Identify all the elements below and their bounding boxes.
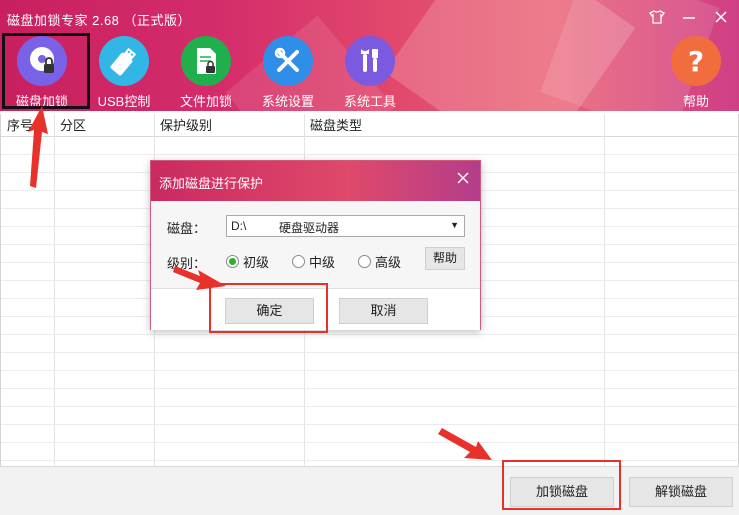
column-header-protection-level[interactable]: 保护级别 — [154, 114, 212, 137]
header-banner: 磁盘加锁专家 2.68 （正式版） 磁盘加锁 USB控制 文件加锁 系统设置 系… — [0, 0, 739, 111]
app-window: 磁盘加锁专家 2.68 （正式版） 磁盘加锁 USB控制 文件加锁 系统设置 系… — [0, 0, 739, 515]
annotation-box-lock-disk — [502, 460, 621, 510]
toolbar-help[interactable]: ? 帮助 — [656, 36, 736, 109]
annotation-box-ok — [209, 283, 328, 333]
toolbar-system-settings[interactable]: 系统设置 — [248, 36, 328, 109]
row-divider — [1, 334, 738, 335]
unlock-disk-button[interactable]: 解锁磁盘 — [629, 477, 733, 507]
column-divider — [604, 114, 605, 466]
column-header-disk-type[interactable]: 磁盘类型 — [304, 114, 362, 137]
dialog-body: 磁盘： D:\ 硬盘驱动器 ▼ 级别： 初级 中级 高级 帮助 — [151, 201, 480, 288]
toolbar-label: 帮助 — [682, 94, 709, 109]
column-header-index[interactable]: 序号 — [1, 114, 33, 137]
dialog-titlebar: 添加磁盘进行保护 — [151, 161, 480, 201]
toolbar-file-lock[interactable]: 文件加锁 — [166, 36, 246, 109]
table-header: 序号 分区 保护级别 磁盘类型 — [1, 114, 738, 137]
window-title: 磁盘加锁专家 2.68 （正式版） — [7, 13, 192, 28]
dialog-title: 添加磁盘进行保护 — [159, 176, 264, 191]
radio-unchecked-icon — [358, 255, 371, 268]
disk-select[interactable]: D:\ 硬盘驱动器 ▼ — [226, 215, 465, 237]
wrench-screwdriver-icon — [345, 36, 395, 86]
toolbar-label: 系统工具 — [343, 94, 396, 109]
level-radio-basic[interactable]: 初级 — [226, 252, 269, 271]
row-divider — [1, 424, 738, 425]
column-divider — [54, 114, 55, 466]
toolbar-system-tools[interactable]: 系统工具 — [330, 36, 410, 109]
level-label: 级别： — [167, 256, 207, 271]
toolbar-label: 系统设置 — [261, 94, 314, 109]
toolbar-label: 文件加锁 — [179, 94, 232, 109]
row-divider — [1, 406, 738, 407]
toolbar-label: USB控制 — [97, 94, 151, 109]
selected-highlight-box — [2, 33, 90, 109]
level-option-label: 初级 — [243, 255, 270, 270]
cancel-button[interactable]: 取消 — [339, 298, 428, 324]
toolbar-usb-control[interactable]: USB控制 — [84, 36, 164, 109]
row-divider — [1, 388, 738, 389]
svg-text:?: ? — [688, 45, 704, 78]
row-divider — [1, 154, 738, 155]
row-divider — [1, 460, 738, 461]
row-divider — [1, 442, 738, 443]
dropdown-arrow-icon: ▼ — [450, 220, 459, 230]
radio-unchecked-icon — [292, 255, 305, 268]
dialog-close-icon[interactable] — [456, 171, 470, 189]
tools-icon — [263, 36, 313, 86]
radio-checked-icon — [226, 255, 239, 268]
column-header-partition[interactable]: 分区 — [54, 114, 86, 137]
level-radio-advanced[interactable]: 高级 — [358, 252, 401, 271]
dialog-help-button[interactable]: 帮助 — [425, 247, 465, 270]
row-divider — [1, 370, 738, 371]
skin-icon[interactable] — [649, 10, 665, 28]
disk-label: 磁盘： — [167, 221, 207, 236]
window-controls — [649, 10, 729, 28]
minimize-icon[interactable] — [681, 10, 697, 28]
usb-drive-icon — [99, 36, 149, 86]
row-divider — [1, 352, 738, 353]
disk-select-drive: D:\ — [231, 219, 247, 233]
disk-select-type: 硬盘驱动器 — [279, 221, 340, 235]
footer-bar: 加锁磁盘 解锁磁盘 — [0, 466, 739, 515]
close-icon[interactable] — [713, 10, 729, 28]
level-radio-medium[interactable]: 中级 — [292, 252, 335, 271]
level-option-label: 高级 — [375, 255, 402, 270]
question-icon: ? — [671, 36, 721, 86]
level-option-label: 中级 — [309, 255, 336, 270]
file-lock-icon — [181, 36, 231, 86]
